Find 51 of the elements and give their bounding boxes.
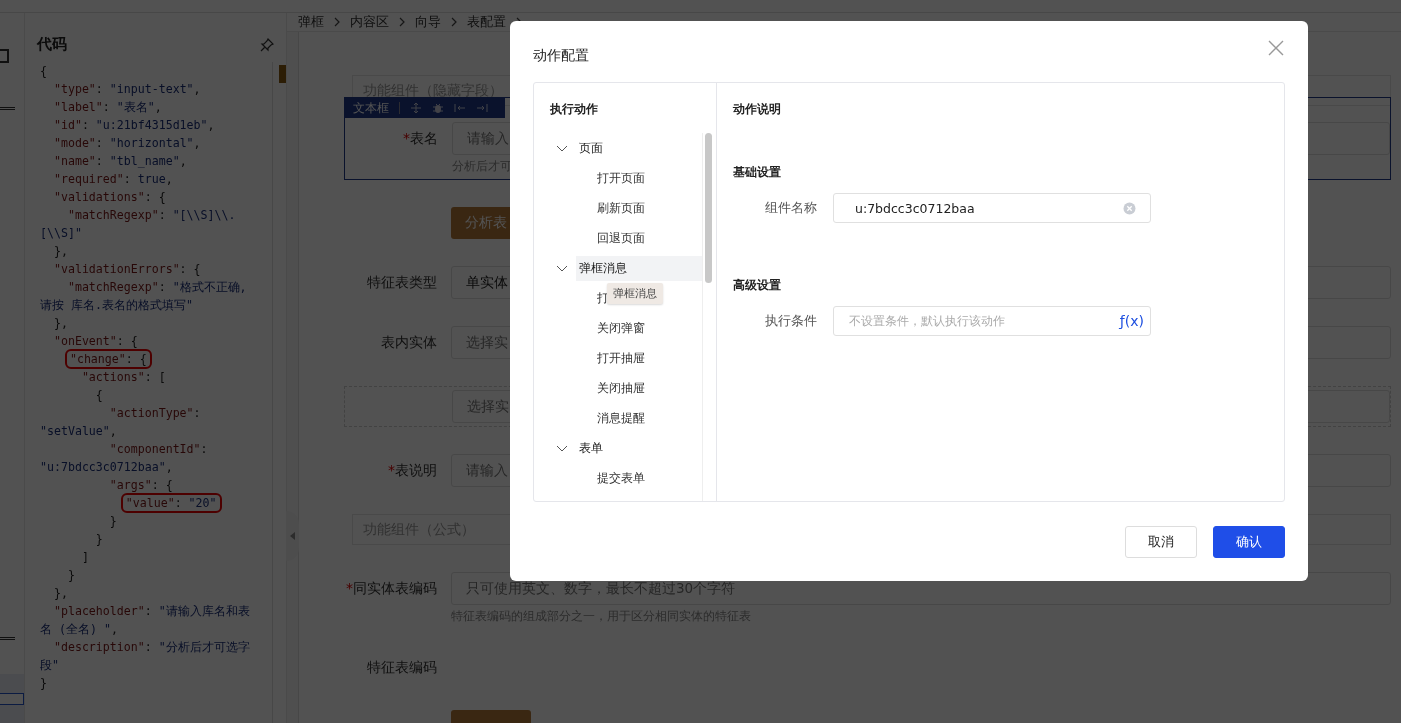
code-line: } — [95, 532, 103, 546]
dialog-title: 动作配置 — [533, 46, 589, 65]
field-label: 表内实体 — [380, 333, 438, 352]
code-line: "label": "表名", — [53, 100, 162, 114]
code-line: "id": "u:21bf4315d1eb", — [53, 118, 215, 132]
tooltip: 弹框消息 — [607, 283, 663, 304]
panel-title: 执行动作 — [549, 101, 599, 118]
code-line: } — [109, 514, 117, 528]
highlighted-code: "change": { — [67, 352, 149, 366]
code-line: "onEvent": { — [53, 334, 138, 348]
code-line: "componentId": — [109, 442, 208, 456]
code-line: }, — [53, 586, 68, 600]
code-line: "type": "input-text", — [53, 82, 201, 96]
code-line: "validations": { — [53, 190, 166, 204]
panel-title: 动作说明 — [732, 101, 782, 118]
section-title: 基础设置 — [732, 164, 782, 181]
field-label: 特征表编码 — [366, 658, 438, 677]
code-line: "validationErrors": { — [53, 262, 201, 276]
code-line: 请按 库名.表名的格式填写" — [40, 298, 193, 312]
code-line: ] — [81, 550, 89, 564]
panel-title: 代码 — [37, 35, 67, 54]
field-label: *表名 — [402, 129, 439, 148]
code-line: }, — [53, 316, 68, 330]
code-line: } — [67, 568, 75, 582]
code-line: "mode": "horizontal", — [53, 136, 201, 150]
field-label: *同实体表编码 — [345, 579, 438, 598]
code-line: "setValue", — [40, 424, 117, 438]
code-line: { — [95, 388, 103, 402]
code-line: }, — [53, 244, 68, 258]
code-line: "actionType": — [109, 406, 201, 420]
code-line: "description": "分析后才可选字 — [53, 640, 250, 654]
code-line: } — [40, 676, 47, 690]
code-line: [\\S]" — [40, 226, 82, 240]
code-line: "name": "tbl_name", — [53, 154, 187, 168]
code-line: "placeholder": "请输入库名和表 — [53, 604, 250, 618]
code-line: 段" — [40, 658, 59, 672]
code-line: { — [40, 64, 47, 78]
field-label: 执行条件 — [764, 312, 818, 330]
toolbar-label: 文本框 — [353, 99, 389, 117]
code-line: "args": { — [109, 478, 173, 492]
field-label: *表说明 — [387, 461, 438, 480]
code-line: "required": true, — [53, 172, 173, 186]
code-line: "u:7bdcc3c0712baa", — [40, 460, 173, 474]
code-line: "actions": [ — [81, 370, 166, 384]
field-label: 组件名称 — [764, 199, 818, 217]
code-line: "matchRegexp": "[\\S]\\. — [67, 208, 236, 222]
field-label: 特征表类型 — [366, 273, 438, 292]
section-title: 高级设置 — [732, 277, 782, 294]
code-line: 名 (全名) ", — [40, 622, 118, 636]
highlighted-code: "value": "20" — [123, 496, 219, 510]
code-line: "matchRegexp": "格式不正确, — [67, 280, 247, 294]
